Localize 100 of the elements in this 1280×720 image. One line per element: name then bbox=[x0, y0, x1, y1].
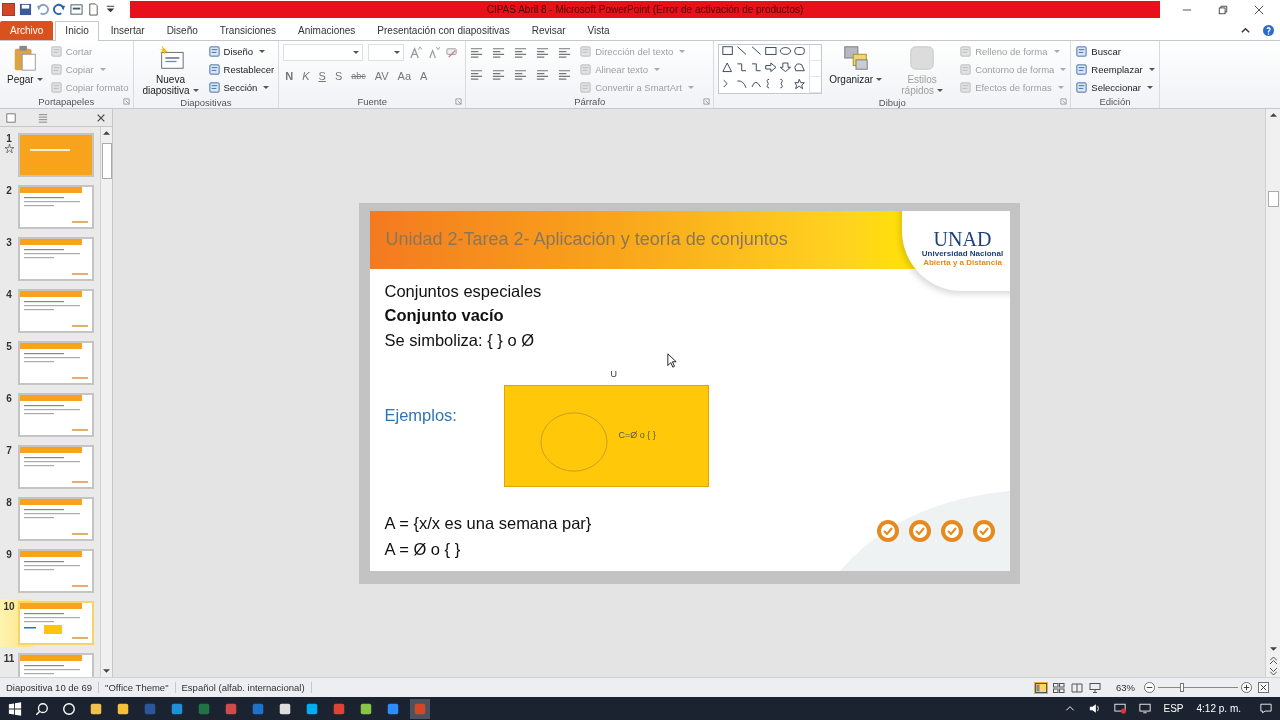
slideshow-icon[interactable] bbox=[1089, 682, 1101, 693]
collapse-ribbon-icon[interactable] bbox=[1240, 25, 1251, 36]
slide-thumbnail-item[interactable]: 6 bbox=[0, 391, 100, 439]
format-button[interactable]: Aa bbox=[395, 70, 414, 82]
zoom-level[interactable]: 63% bbox=[1116, 682, 1135, 693]
ribbon-button[interactable]: Diseño bbox=[207, 44, 275, 59]
ribbon-button[interactable]: Sección bbox=[207, 80, 275, 95]
scrollbar[interactable] bbox=[100, 127, 112, 677]
group-label: Edición bbox=[1099, 96, 1131, 107]
undo-icon[interactable] bbox=[36, 3, 49, 16]
ribbon-tab[interactable]: Presentación con diapositivas bbox=[367, 21, 520, 40]
notification-icon[interactable] bbox=[1260, 703, 1272, 714]
clear-format-icon[interactable] bbox=[445, 46, 459, 59]
reading-view-icon[interactable] bbox=[1071, 682, 1083, 693]
group-label: Dibujo bbox=[878, 96, 906, 108]
normal-view-icon[interactable] bbox=[1035, 682, 1047, 693]
next-slide-icon[interactable] bbox=[1269, 668, 1277, 675]
slide-thumbnail-item[interactable]: 3 bbox=[0, 235, 100, 283]
scroll-down-icon[interactable] bbox=[103, 668, 110, 674]
format-button[interactable]: AV bbox=[372, 70, 391, 82]
grow-font-icon[interactable] bbox=[409, 46, 423, 59]
zoom-out-icon[interactable] bbox=[1144, 682, 1155, 693]
ribbon-tab[interactable]: Insertar bbox=[100, 21, 155, 40]
previous-slide-icon[interactable] bbox=[1269, 657, 1277, 664]
close-icon[interactable] bbox=[96, 112, 106, 123]
clock[interactable]: 4:12 p. m. bbox=[1196, 703, 1241, 714]
format-button[interactable]: N bbox=[283, 70, 296, 82]
slide-text: A = Ø o { } bbox=[384, 538, 462, 560]
ribbon-button[interactable]: Buscar bbox=[1075, 44, 1155, 59]
ribbon-button[interactable]: Restablecer bbox=[207, 62, 275, 77]
ribbon-button[interactable]: Organizar bbox=[826, 44, 886, 85]
slide-count: Diapositiva 10 de 69 bbox=[0, 682, 100, 693]
slide-thumbnail-item[interactable]: 1 bbox=[0, 131, 100, 179]
speaker-icon[interactable] bbox=[1088, 703, 1101, 714]
ribbon-button[interactable]: Nueva diapositiva bbox=[137, 44, 204, 96]
slideshow-icon[interactable] bbox=[70, 3, 83, 16]
restore-icon[interactable] bbox=[1218, 4, 1228, 15]
slide-number: 11 bbox=[3, 653, 15, 664]
circle-icon[interactable] bbox=[62, 701, 76, 716]
slide-sorter-icon[interactable] bbox=[1053, 682, 1065, 693]
caret-icon bbox=[394, 51, 401, 55]
new-document-icon[interactable] bbox=[87, 3, 100, 16]
save-icon[interactable] bbox=[19, 3, 32, 16]
shrink-font-icon[interactable] bbox=[427, 46, 441, 59]
close-icon[interactable] bbox=[1254, 4, 1264, 15]
quick-styles-icon bbox=[908, 44, 937, 72]
scrollbar-thumb[interactable] bbox=[101, 143, 112, 179]
zoom-in-icon[interactable] bbox=[1241, 682, 1252, 693]
help-icon[interactable] bbox=[1263, 25, 1274, 36]
format-button[interactable]: abc bbox=[349, 71, 368, 81]
search-icon[interactable] bbox=[35, 701, 49, 716]
zoom-slider-thumb[interactable] bbox=[1180, 683, 1184, 692]
window-title: CIPAS Abril 8 - Microsoft PowerPoint (Error de activación de productos) bbox=[486, 4, 804, 15]
ribbon-tab[interactable]: Diseño bbox=[156, 21, 208, 40]
ribbon-button[interactable]: Pegar bbox=[4, 44, 46, 85]
group-label: Portapapeles bbox=[38, 96, 95, 107]
redo-icon[interactable] bbox=[53, 3, 66, 16]
caret-icon bbox=[876, 78, 883, 83]
ribbon-button[interactable]: Reemplazar bbox=[1075, 62, 1155, 77]
network-icon[interactable] bbox=[1113, 703, 1126, 714]
format-button[interactable]: S bbox=[332, 70, 345, 82]
certification-badge-icon bbox=[875, 518, 900, 543]
slide-thumbnail-item[interactable]: 4 bbox=[0, 287, 100, 335]
shapes-gallery[interactable] bbox=[718, 44, 823, 94]
caret-icon bbox=[687, 85, 694, 90]
scroll-up-icon[interactable] bbox=[1269, 112, 1277, 118]
ribbon-tab[interactable]: Revisar bbox=[521, 21, 576, 40]
format-button[interactable]: S bbox=[316, 70, 328, 82]
slide-thumbnail-item[interactable]: 9 bbox=[0, 547, 100, 595]
scrollbar[interactable] bbox=[1265, 109, 1280, 677]
slides-tab-icon[interactable] bbox=[6, 112, 16, 123]
ribbon-tab[interactable]: Animaciones bbox=[288, 21, 366, 40]
font-name-field[interactable] bbox=[283, 44, 364, 61]
ribbon-tab[interactable]: Vista bbox=[577, 21, 620, 40]
group-label: Diapositivas bbox=[180, 96, 232, 108]
outline-tab-icon[interactable] bbox=[38, 112, 48, 123]
slide-thumbnail-item[interactable]: 8 bbox=[0, 495, 100, 543]
ribbon-button[interactable]: Seleccionar bbox=[1075, 80, 1155, 95]
format-button[interactable]: A bbox=[418, 70, 430, 82]
fit-to-window-icon[interactable] bbox=[1258, 682, 1269, 693]
scroll-down-icon[interactable] bbox=[1269, 646, 1277, 652]
caret-icon bbox=[654, 67, 661, 72]
ribbon-tab[interactable]: Inicio bbox=[55, 21, 99, 41]
font-size-field[interactable] bbox=[368, 44, 405, 61]
scroll-up-icon[interactable] bbox=[103, 130, 110, 136]
zoom-slider[interactable] bbox=[1158, 682, 1238, 693]
align-left-icon[interactable] bbox=[470, 68, 484, 81]
slide-thumbnail-item[interactable]: 2 bbox=[0, 183, 100, 231]
slide-thumbnail-item[interactable]: 7 bbox=[0, 443, 100, 491]
ribbon-tab[interactable]: Archivo bbox=[0, 21, 54, 40]
slide-number: 10 bbox=[3, 601, 15, 612]
start-icon[interactable] bbox=[8, 701, 22, 716]
slide-text: A = {x/x es una semana par} bbox=[384, 512, 592, 534]
slide-thumbnail-item[interactable]: 5 bbox=[0, 339, 100, 387]
language-status[interactable]: Español (alfab. internacional) bbox=[175, 682, 312, 693]
input-language[interactable]: ESP bbox=[1163, 703, 1184, 714]
scrollbar-thumb[interactable] bbox=[1267, 191, 1279, 207]
ribbon-tab[interactable]: Transiciones bbox=[209, 21, 287, 40]
format-button[interactable]: K bbox=[300, 70, 312, 82]
monitor-icon[interactable] bbox=[1138, 703, 1151, 714]
